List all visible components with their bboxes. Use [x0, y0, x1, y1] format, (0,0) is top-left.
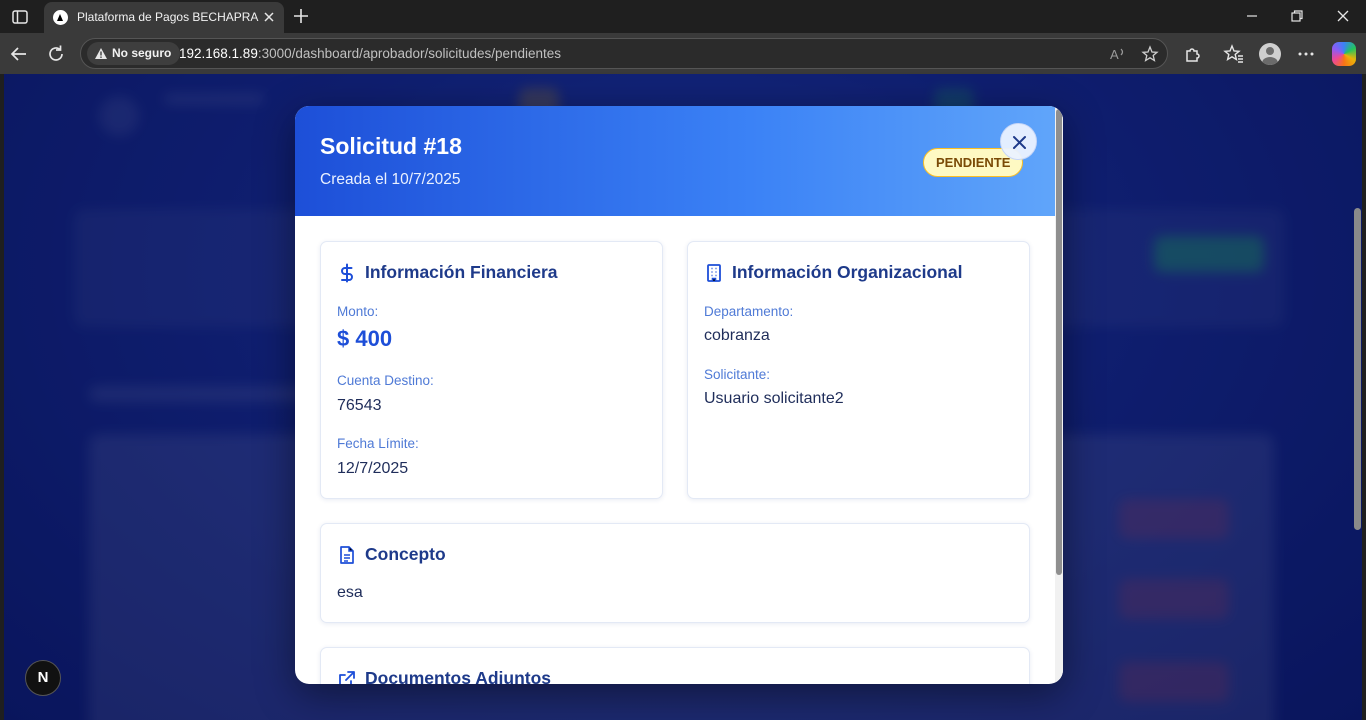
extensions-icon[interactable]: [1182, 43, 1204, 65]
security-label: No seguro: [112, 46, 172, 60]
account-label: Cuenta Destino:: [337, 373, 434, 388]
window-close-icon[interactable]: [1333, 6, 1353, 26]
amount-label: Monto:: [337, 304, 379, 319]
minimize-icon[interactable]: [1242, 6, 1262, 26]
modal-scrollbar-thumb[interactable]: [1056, 109, 1062, 575]
modal-header: Solicitud #18 Creada el 10/7/2025 PENDIE…: [295, 106, 1055, 216]
concept-value: esa: [337, 584, 363, 601]
dollar-sign-icon: [341, 263, 353, 283]
url-text[interactable]: 192.168.1.89:3000/dashboard/aprobador/so…: [179, 46, 561, 61]
url-path: :3000/dashboard/aprobador/solicitudes/pe…: [257, 46, 562, 61]
new-tab-icon[interactable]: [291, 6, 311, 26]
nextjs-icon: [53, 10, 68, 25]
request-detail-modal: Solicitud #18 Creada el 10/7/2025 PENDIE…: [295, 106, 1063, 684]
read-aloud-icon[interactable]: A: [1109, 45, 1127, 63]
browser-toolbar: No seguro 192.168.1.89:3000/dashboard/ap…: [0, 33, 1366, 74]
concept-card-title: Concepto: [365, 544, 446, 564]
organizational-info-card: Información Organizacional Departamento:…: [687, 241, 1030, 499]
page-scrollbar-thumb[interactable]: [1354, 208, 1361, 530]
url-host: 192.168.1.89: [179, 46, 258, 61]
requester-value: Usuario solicitante2: [704, 390, 844, 407]
tab-actions-icon[interactable]: [10, 7, 30, 27]
reload-icon[interactable]: [45, 43, 67, 65]
favorite-star-icon[interactable]: [1141, 45, 1159, 63]
deadline-value: 12/7/2025: [337, 460, 409, 477]
more-options-icon[interactable]: [1295, 43, 1317, 65]
building-icon: [707, 264, 721, 282]
amount-value: $ 400: [337, 326, 393, 351]
address-bar[interactable]: No seguro 192.168.1.89:3000/dashboard/ap…: [80, 38, 1168, 69]
external-link-icon: [339, 671, 355, 684]
favorites-icon[interactable]: [1223, 43, 1245, 65]
financial-card-title: Información Financiera: [365, 262, 558, 282]
tab-title: Plataforma de Pagos BECHAPRA: [77, 10, 259, 24]
svg-text:A: A: [1110, 47, 1119, 62]
copilot-icon[interactable]: [1332, 42, 1356, 66]
department-value: cobranza: [704, 327, 770, 344]
restore-icon[interactable]: [1287, 6, 1307, 26]
documents-card: Documentos Adjuntos: [320, 647, 1030, 684]
financial-info-card: Información Financiera Monto: $ 400 Cuen…: [320, 241, 663, 499]
close-icon: [1013, 136, 1026, 149]
security-indicator[interactable]: No seguro: [87, 42, 181, 65]
documents-card-title: Documentos Adjuntos: [365, 668, 552, 684]
browser-tab-bar: Plataforma de Pagos BECHAPRA: [0, 0, 1366, 33]
nextjs-dev-badge[interactable]: N: [25, 660, 61, 696]
back-arrow-icon[interactable]: [8, 43, 30, 65]
browser-tab-active[interactable]: Plataforma de Pagos BECHAPRA: [44, 2, 284, 33]
warning-icon: [95, 48, 107, 59]
modal-subtitle: Creada el 10/7/2025: [320, 171, 461, 188]
deadline-label: Fecha Límite:: [337, 436, 419, 451]
modal-title: Solicitud #18: [320, 133, 462, 159]
organizational-card-title: Información Organizacional: [732, 262, 963, 282]
close-button[interactable]: [1000, 123, 1037, 160]
tab-close-icon[interactable]: [260, 8, 278, 26]
department-label: Departamento:: [704, 304, 794, 319]
requester-label: Solicitante:: [704, 367, 771, 382]
file-text-icon: [340, 546, 354, 564]
concept-card: Concepto esa: [320, 523, 1030, 623]
account-value: 76543: [337, 397, 382, 414]
profile-avatar[interactable]: [1259, 43, 1281, 65]
